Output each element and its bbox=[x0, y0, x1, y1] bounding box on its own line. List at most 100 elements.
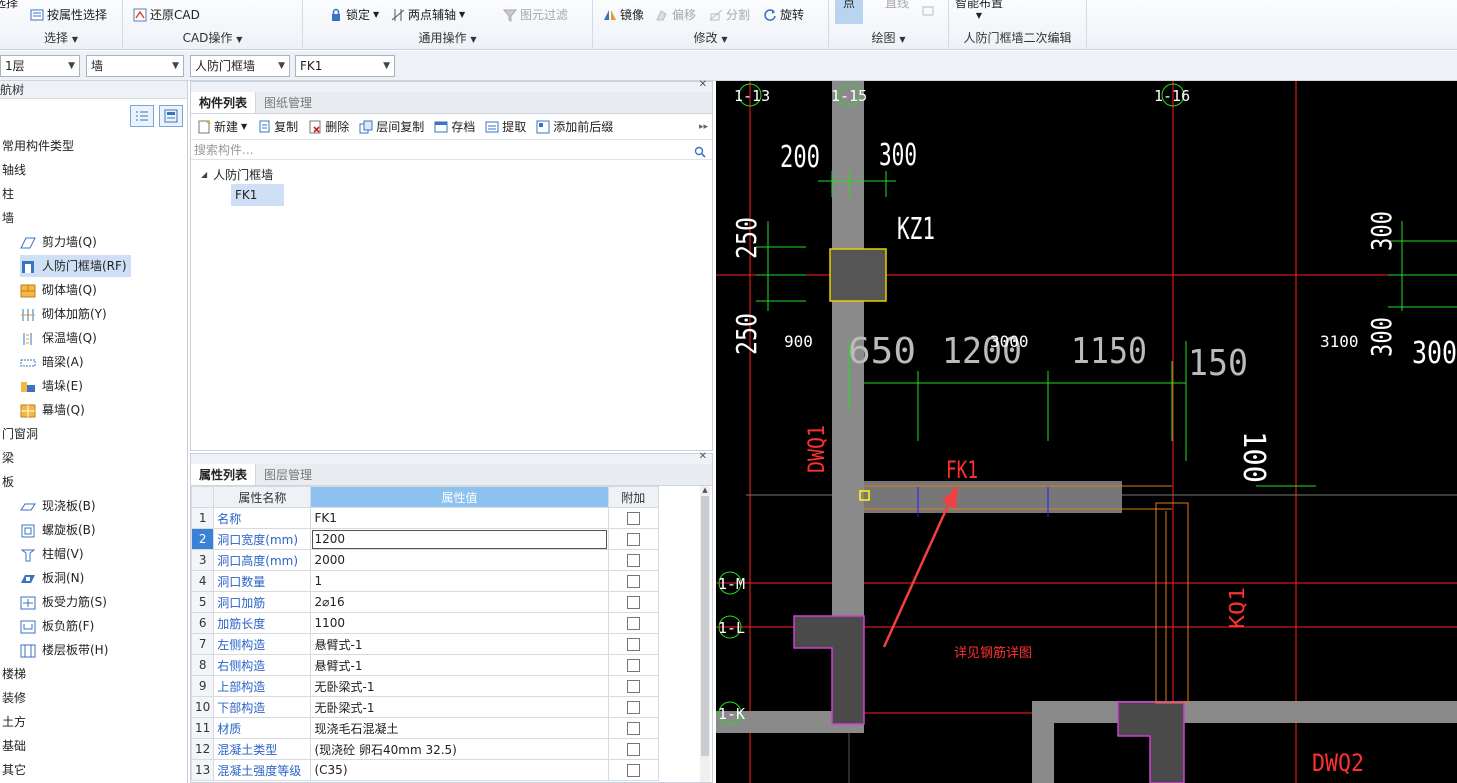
property-row[interactable]: 9 上部构造 无卧梁式-1 bbox=[190, 675, 660, 697]
nav-category[interactable]: 墙 bbox=[2, 207, 14, 229]
nav-item-slab-strip[interactable]: 楼层板带(H) bbox=[20, 639, 112, 661]
nav-item-masonry-wall[interactable]: 砌体墙(Q) bbox=[20, 279, 101, 301]
property-row[interactable]: 6 加筋长度 1100 bbox=[190, 612, 660, 634]
nav-category[interactable]: 梁 bbox=[2, 447, 14, 469]
nav-category[interactable]: 土方 bbox=[2, 711, 26, 733]
draw-group-label[interactable]: 绘图 ▼ bbox=[829, 29, 948, 46]
tab-component-list[interactable]: 构件列表 bbox=[191, 92, 257, 113]
cad-group-label[interactable]: CAD操作 ▼ bbox=[123, 29, 302, 46]
add-prefix-suffix-button[interactable]: 添加前后缀 bbox=[536, 118, 613, 135]
property-value[interactable]: 无卧梁式-1 bbox=[310, 675, 609, 697]
modify-group-label[interactable]: 修改 ▼ bbox=[593, 29, 828, 46]
property-value[interactable]: 2⌀16 bbox=[310, 591, 609, 613]
extra-checkbox[interactable] bbox=[626, 533, 640, 546]
search-icon[interactable] bbox=[694, 146, 706, 161]
element-select[interactable]: FK1 ▼ bbox=[295, 55, 395, 77]
scrollbar-thumb[interactable] bbox=[701, 496, 709, 756]
property-value[interactable]: 悬臂式-1 bbox=[310, 633, 609, 655]
attribute-select-button[interactable]: 按属性选择 bbox=[30, 6, 107, 23]
property-value[interactable]: 1100 bbox=[310, 612, 609, 634]
tab-property-list[interactable]: 属性列表 bbox=[191, 464, 257, 485]
close-icon[interactable]: ✕ bbox=[699, 451, 707, 462]
search-input[interactable]: 搜索构件... bbox=[191, 140, 712, 160]
property-value[interactable]: 悬臂式-1 bbox=[310, 654, 609, 676]
extra-checkbox[interactable] bbox=[626, 575, 640, 588]
nav-item-shear-wall[interactable]: 剪力墙(Q) bbox=[20, 231, 101, 253]
extra-checkbox[interactable] bbox=[626, 638, 640, 651]
property-row[interactable]: 13 混凝土强度等级 (C35) bbox=[190, 759, 660, 781]
select-group-label[interactable]: 选择 ▼ bbox=[0, 29, 122, 46]
rotate-button[interactable]: 旋转 bbox=[763, 6, 804, 23]
extra-checkbox[interactable] bbox=[626, 743, 640, 756]
nav-item-hidden-beam[interactable]: 暗梁(A) bbox=[20, 351, 88, 373]
property-value[interactable]: (C35) bbox=[310, 759, 609, 781]
extra-checkbox[interactable] bbox=[626, 722, 640, 735]
extra-checkbox[interactable] bbox=[626, 512, 640, 525]
extra-checkbox[interactable] bbox=[626, 596, 640, 609]
offset-button[interactable]: 偏移 bbox=[655, 6, 696, 23]
nav-item-door-frame-wall[interactable]: 人防门框墙(RF) bbox=[20, 255, 131, 277]
extra-checkbox[interactable] bbox=[626, 617, 640, 630]
property-row[interactable]: 3 洞口高度(mm) 2000 bbox=[190, 549, 660, 571]
extract-button[interactable]: 提取 bbox=[485, 118, 526, 135]
nav-item-curtain-wall[interactable]: 幕墙(Q) bbox=[20, 399, 89, 421]
nav-category[interactable]: 门窗洞 bbox=[2, 423, 38, 445]
split-button[interactable]: 分割 bbox=[709, 6, 750, 23]
scroll-up-icon[interactable]: ▲ bbox=[700, 486, 710, 494]
nav-category[interactable]: 基础 bbox=[2, 735, 26, 757]
floor-select[interactable]: 1层 ▼ bbox=[0, 55, 80, 77]
nav-item-slab-hole[interactable]: 板洞(N) bbox=[20, 567, 88, 589]
property-row[interactable]: 7 左侧构造 悬臂式-1 bbox=[190, 633, 660, 655]
tree-root[interactable]: ◢ 人防门框墙 bbox=[201, 166, 273, 183]
nav-item-slab-neg-rebar[interactable]: 板负筋(F) bbox=[20, 615, 98, 637]
mirror-button[interactable]: 镜像 bbox=[603, 6, 644, 23]
copy-button[interactable]: 复制 bbox=[257, 118, 298, 135]
line-draw-button[interactable]: 直线 bbox=[885, 0, 909, 11]
category-select[interactable]: 墙 ▼ bbox=[86, 55, 184, 77]
restore-cad-button[interactable]: 还原CAD bbox=[133, 6, 200, 23]
property-row[interactable]: 4 洞口数量 1 bbox=[190, 570, 660, 592]
common-ops-group-label[interactable]: 通用操作 ▼ bbox=[303, 29, 592, 46]
type-select[interactable]: 人防门框墙 ▼ bbox=[190, 55, 290, 77]
nav-category[interactable]: 板 bbox=[2, 471, 14, 493]
extra-checkbox[interactable] bbox=[626, 659, 640, 672]
nav-category[interactable]: 柱 bbox=[2, 183, 14, 205]
nav-item-spiral-slab[interactable]: 螺旋板(B) bbox=[20, 519, 100, 541]
list-view-button[interactable] bbox=[130, 105, 154, 127]
extra-checkbox[interactable] bbox=[626, 764, 640, 777]
property-row[interactable]: 2 洞口宽度(mm) 1200 bbox=[190, 528, 660, 550]
point-draw-button[interactable]: 点 bbox=[835, 0, 863, 24]
delete-button[interactable]: 删除 bbox=[308, 118, 349, 135]
nav-item-cast-slab[interactable]: 现浇板(B) bbox=[20, 495, 100, 517]
two-point-axis-button[interactable]: 两点辅轴 ▼ bbox=[391, 6, 465, 23]
close-icon[interactable]: ✕ bbox=[699, 79, 707, 90]
nav-item-wall-pier[interactable]: 墙垛(E) bbox=[20, 375, 87, 397]
property-row[interactable]: 12 混凝土类型 (现浇砼 卵石40mm 32.5) bbox=[190, 738, 660, 760]
smart-layout-button[interactable]: 智能布置 ▼ bbox=[955, 0, 1003, 20]
archive-button[interactable]: 存档 bbox=[434, 118, 475, 135]
property-value[interactable]: 现浇毛石混凝土 bbox=[310, 717, 609, 739]
nav-item-insulation-wall[interactable]: 保温墙(Q) bbox=[20, 327, 101, 349]
tree-item-fk1[interactable]: FK1 bbox=[231, 184, 284, 206]
new-button[interactable]: 新建 ▼ bbox=[197, 118, 247, 135]
grid-view-button[interactable] bbox=[159, 105, 183, 127]
property-value[interactable]: 无卧梁式-1 bbox=[310, 696, 609, 718]
property-value[interactable]: 1200 bbox=[310, 528, 609, 550]
floor-copy-button[interactable]: 层间复制 bbox=[359, 118, 424, 135]
rect-draw-button[interactable] bbox=[921, 4, 935, 18]
property-row[interactable]: 8 右侧构造 悬臂式-1 bbox=[190, 654, 660, 676]
cad-drawing-canvas[interactable]: 1-13 1-15 1-16 1-M 1-L 1-K 200 300 KZ1 2… bbox=[716, 81, 1457, 783]
nav-item-slab-main-rebar[interactable]: 板受力筋(S) bbox=[20, 591, 111, 613]
tab-layer-management[interactable]: 图层管理 bbox=[256, 464, 320, 485]
nav-category[interactable]: 常用构件类型 bbox=[2, 135, 74, 157]
nav-item-column-cap[interactable]: 柱帽(V) bbox=[20, 543, 88, 565]
tab-drawing-management[interactable]: 图纸管理 bbox=[256, 92, 320, 113]
tree-expand-icon[interactable]: ◢ bbox=[201, 170, 207, 179]
lock-button[interactable]: 锁定 ▼ bbox=[329, 6, 379, 23]
property-value[interactable]: 2000 bbox=[310, 549, 609, 571]
nav-item-masonry-rebar[interactable]: 砌体加筋(Y) bbox=[20, 303, 111, 325]
property-scrollbar[interactable]: ▲ bbox=[700, 486, 710, 782]
cad-drawing[interactable]: 1-13 1-15 1-16 1-M 1-L 1-K 200 300 KZ1 2… bbox=[716, 81, 1457, 783]
extra-checkbox[interactable] bbox=[626, 701, 640, 714]
nav-category[interactable]: 楼梯 bbox=[2, 663, 26, 685]
